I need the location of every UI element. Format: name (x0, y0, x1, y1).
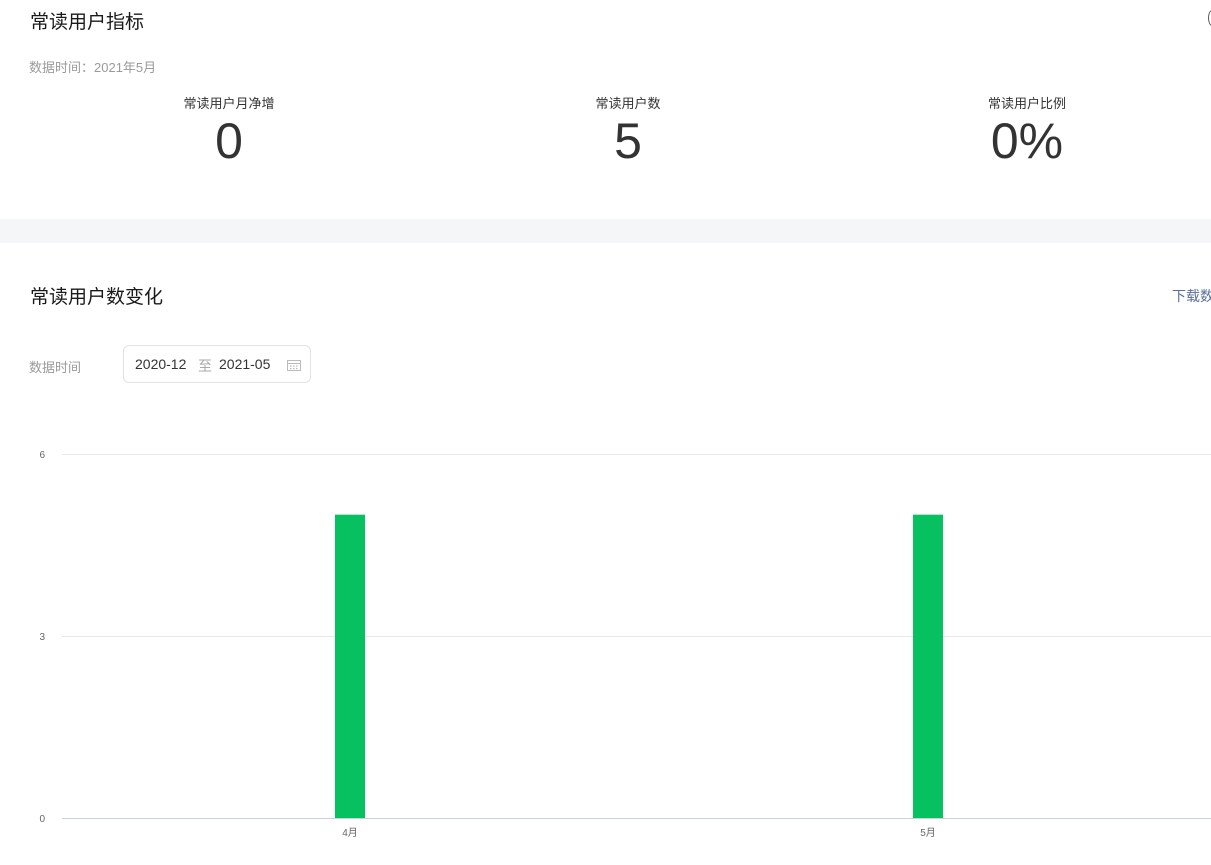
bar-5月 (913, 514, 943, 818)
metrics-title: 常读用户指标 (30, 12, 145, 33)
date-start[interactable]: 2020-12 (135, 356, 186, 372)
section-divider (0, 219, 1211, 243)
y-tick-label: 3 (39, 632, 45, 643)
date-separator: 至 (198, 358, 212, 374)
y-tick-label: 6 (39, 450, 45, 461)
x-tick-label: 4月 (342, 827, 358, 839)
bar-4月 (335, 514, 365, 818)
metric-regular-readers: 常读用户数 5 (478, 93, 778, 170)
metric-label: 常读用户数 (595, 96, 661, 111)
y-tick-label: 0 (39, 814, 45, 825)
metric-label: 常读用户月净增 (183, 96, 275, 111)
download-data-link[interactable]: 下载数据 (1172, 286, 1211, 306)
date-filter-label: 数据时间 (29, 360, 82, 375)
date-end[interactable]: 2021-05 (219, 356, 270, 372)
x-tick-label: 5月 (920, 827, 936, 839)
metric-value: 0% (990, 113, 1064, 169)
trend-title: 常读用户数变化 (30, 287, 164, 308)
regular-readers-bar-chart: 0 3 6 4月 5月 (39, 450, 1211, 839)
metric-label: 常读用户比例 (987, 96, 1066, 111)
metric-regular-readers-ratio: 常读用户比例 0% (877, 93, 1177, 170)
metrics-data-time: 数据时间：2021年5月 (29, 60, 157, 75)
date-range-picker[interactable]: 2020-12 至 2021-05 (123, 345, 311, 383)
calendar-icon (287, 360, 301, 371)
metric-value: 0 (215, 113, 243, 169)
metric-value: 5 (614, 113, 642, 169)
metric-monthly-net-increase: 常读用户月净增 0 (79, 93, 379, 170)
